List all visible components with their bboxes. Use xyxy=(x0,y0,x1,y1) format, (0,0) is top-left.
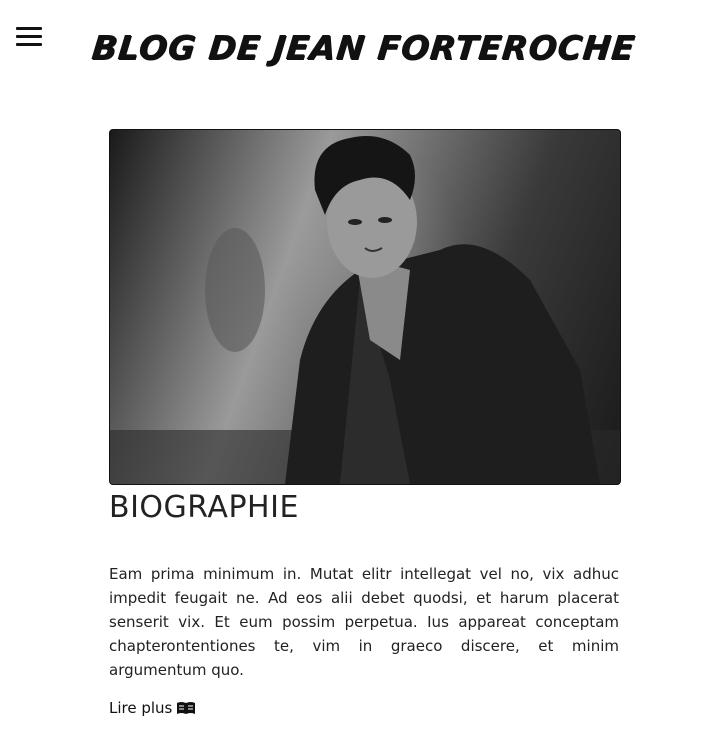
open-book-icon xyxy=(177,702,196,714)
read-more-label: Lire plus xyxy=(109,699,173,717)
post-image xyxy=(109,129,621,485)
portrait-photo xyxy=(110,136,620,484)
post-title: BIOGRAPHIE xyxy=(109,490,299,525)
site-title: Blog de Jean Forteroche xyxy=(89,28,638,67)
read-more-link[interactable]: Lire plus xyxy=(109,699,196,717)
post-excerpt: Eam prima minimum in. Mutat elitr intell… xyxy=(109,565,619,679)
